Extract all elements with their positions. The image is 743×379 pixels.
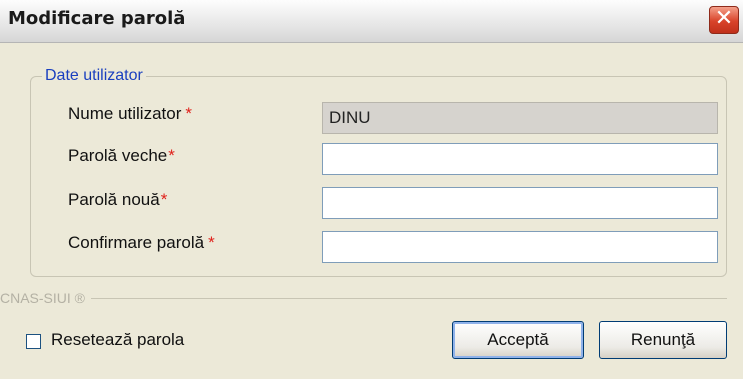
new-password-label: Parolă nouă* [68,190,167,210]
required-asterisk: * [160,190,168,209]
accept-button[interactable]: Acceptă [452,321,584,359]
title-bar[interactable]: Modificare parolă ✕ [0,0,743,43]
username-label-text: Nume utilizator [68,104,182,123]
group-legend: Date utilizator [42,67,146,85]
dialog-title: Modificare parolă [8,8,186,29]
new-password-label-text: Parolă nouă [68,190,160,209]
new-password-field[interactable] [322,187,718,219]
change-password-dialog: Modificare parolă ✕ Date utilizator Nume… [0,0,743,379]
footer-separator [70,298,727,299]
brand-label: CNAS-SIUI ® [0,290,91,306]
close-icon: ✕ [714,6,734,31]
confirm-password-field[interactable] [322,231,718,263]
old-password-label: Parolă veche* [68,146,175,166]
username-label: Nume utilizator * [68,104,192,124]
required-asterisk: * [208,233,215,252]
required-asterisk: * [185,104,192,123]
close-button[interactable]: ✕ [709,6,739,34]
reset-password-label[interactable]: Resetează parola [51,330,184,350]
required-asterisk: * [168,146,175,165]
username-field[interactable] [322,102,718,134]
reset-password-checkbox[interactable] [26,334,41,349]
cancel-button[interactable]: Renunţă [599,321,727,359]
old-password-label-text: Parolă veche [68,146,168,165]
confirm-password-label: Confirmare parolă * [68,233,215,253]
old-password-field[interactable] [322,143,718,175]
confirm-password-label-text: Confirmare parolă [68,233,205,252]
